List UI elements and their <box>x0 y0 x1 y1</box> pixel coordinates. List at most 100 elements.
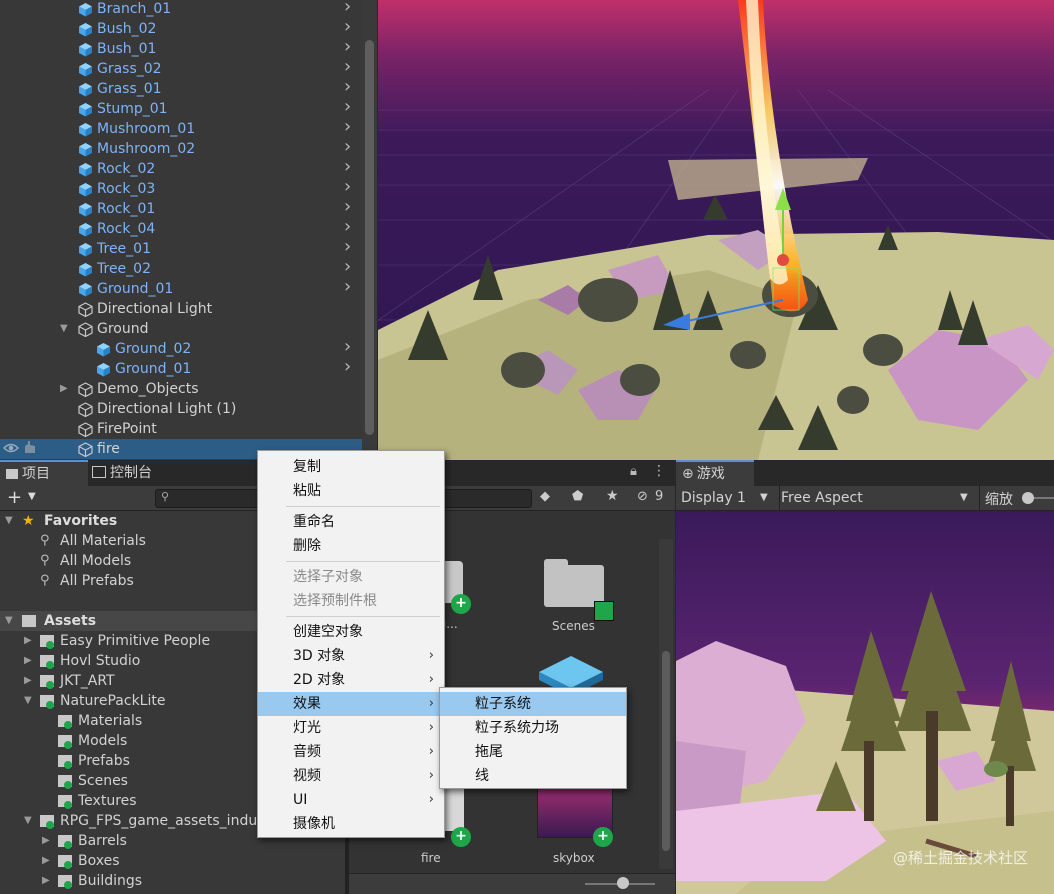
hierarchy-item[interactable]: Rock_03 › <box>0 177 362 199</box>
context-menu-item[interactable]: 选择预制件根 <box>258 589 444 613</box>
context-menu-item[interactable]: 粘贴 <box>258 479 444 503</box>
hierarchy-item[interactable]: Stump_01 › <box>0 97 362 119</box>
open-prefab-chevron-icon[interactable]: › <box>344 137 351 157</box>
filter-by-label-icon[interactable]: ⬟ <box>572 489 583 504</box>
pickable-hand-icon[interactable] <box>22 440 38 454</box>
open-prefab-chevron-icon[interactable]: › <box>344 337 351 357</box>
hierarchy-item[interactable]: Rock_02 › <box>0 157 362 179</box>
thumbnail-size-slider-knob[interactable] <box>617 877 629 889</box>
context-menu-item[interactable]: 创建空对象 <box>258 620 444 644</box>
open-prefab-chevron-icon[interactable]: › <box>344 17 351 37</box>
hierarchy-item[interactable]: Ground_01 › <box>0 357 362 379</box>
open-prefab-chevron-icon[interactable]: › <box>344 257 351 277</box>
asset-grid-scrollbar-thumb[interactable] <box>662 651 670 851</box>
create-button[interactable]: + <box>7 487 22 508</box>
open-prefab-chevron-icon[interactable]: › <box>344 277 351 297</box>
hierarchy-scrollbar-thumb[interactable] <box>365 40 374 435</box>
hierarchy-item[interactable]: Tree_02 › <box>0 257 362 279</box>
favorite-star-icon[interactable]: ★ <box>606 488 619 504</box>
context-menu-item[interactable]: UI › <box>258 788 444 812</box>
open-prefab-chevron-icon[interactable]: › <box>344 237 351 257</box>
open-prefab-chevron-icon[interactable]: › <box>344 157 351 177</box>
effects-submenu: 粒子系统 粒子系统力场 拖尾线 <box>439 687 627 789</box>
scale-label: 缩放 <box>985 492 1013 508</box>
hierarchy-item[interactable]: Ground_01 › <box>0 277 362 299</box>
context-menu-item[interactable]: 灯光 › <box>258 716 444 740</box>
hierarchy-item[interactable]: Directional Light (1) <box>0 399 362 419</box>
hierarchy-item[interactable]: ▶ Demo_Objects <box>0 379 362 399</box>
open-prefab-chevron-icon[interactable]: › <box>344 117 351 137</box>
hierarchy-item[interactable]: Rock_04 › <box>0 217 362 239</box>
hierarchy-item[interactable]: Branch_01 › <box>0 0 362 19</box>
open-prefab-chevron-icon[interactable]: › <box>344 197 351 217</box>
scene-view[interactable] <box>378 0 1054 460</box>
fold-closed-icon[interactable]: ▶ <box>24 671 32 691</box>
open-prefab-chevron-icon[interactable]: › <box>344 57 351 77</box>
folder-item[interactable]: ▶ Buildings <box>0 871 345 891</box>
hierarchy-item[interactable]: Rock_01 › <box>0 197 362 219</box>
submenu-item[interactable]: 粒子系统 <box>440 692 626 716</box>
hierarchy-item[interactable]: Grass_01 › <box>0 77 362 99</box>
context-menu-item[interactable]: 音频 › <box>258 740 444 764</box>
fold-closed-icon[interactable]: ▶ <box>24 651 32 671</box>
hierarchy-item[interactable]: Tree_01 › <box>0 237 362 259</box>
hierarchy-item-label: Rock_03 <box>97 181 156 197</box>
hierarchy-item[interactable]: Mushroom_01 › <box>0 117 362 139</box>
context-menu-item[interactable]: 3D 对象 › <box>258 644 444 668</box>
tab-project[interactable]: 项目 <box>0 460 88 486</box>
open-prefab-chevron-icon[interactable]: › <box>344 177 351 197</box>
hierarchy-item[interactable]: Grass_02 › <box>0 57 362 79</box>
open-prefab-chevron-icon[interactable]: › <box>344 0 351 17</box>
hierarchy-item[interactable]: Bush_02 › <box>0 17 362 39</box>
asset-scenes-folder[interactable] <box>544 559 614 621</box>
create-dropdown-icon[interactable]: ▼ <box>28 491 36 502</box>
context-menu-item[interactable]: 选择子对象 <box>258 565 444 589</box>
visibility-eye-icon[interactable] <box>3 442 19 454</box>
fold-closed-icon[interactable]: ▶ <box>42 851 50 871</box>
context-menu-item[interactable]: 复制 <box>258 455 444 479</box>
context-menu-item[interactable]: 视频 › <box>258 764 444 788</box>
fold-open-icon[interactable]: ▼ <box>60 319 68 339</box>
fold-open-icon[interactable]: ▼ <box>24 691 32 711</box>
context-menu-item[interactable]: 摄像机 <box>258 812 444 836</box>
hierarchy-item[interactable]: Ground_02 › <box>0 337 362 359</box>
hierarchy-item[interactable]: Directional Light <box>0 299 362 319</box>
context-menu-item[interactable]: 2D 对象 › <box>258 668 444 692</box>
tab-console[interactable]: 控制台 <box>86 460 188 486</box>
fold-closed-icon[interactable]: ▶ <box>42 831 50 851</box>
hierarchy-item[interactable]: Mushroom_02 › <box>0 137 362 159</box>
gameobject-cube-icon <box>78 422 93 438</box>
open-prefab-chevron-icon[interactable]: › <box>344 357 351 377</box>
open-prefab-chevron-icon[interactable]: › <box>344 217 351 237</box>
folder-item[interactable]: ▶ Boxes <box>0 851 345 871</box>
open-prefab-chevron-icon[interactable]: › <box>344 97 351 117</box>
context-menu-item[interactable]: 删除 <box>258 534 444 558</box>
fold-closed-icon[interactable]: ▶ <box>24 631 32 651</box>
hierarchy-item[interactable]: Bush_01 › <box>0 37 362 59</box>
open-prefab-chevron-icon[interactable]: › <box>344 77 351 97</box>
hierarchy-item[interactable]: ▼ Ground <box>0 319 362 339</box>
tab-game[interactable]: ⊕ 游戏 <box>676 460 754 486</box>
folder-icon <box>22 615 36 627</box>
filter-by-type-icon[interactable]: ◆ <box>540 489 550 504</box>
aspect-select[interactable]: Free Aspect ▼ <box>776 486 980 510</box>
hidden-packages-icon[interactable]: ⊘ <box>637 489 648 504</box>
scale-slider-knob[interactable] <box>1022 492 1034 504</box>
more-options-icon[interactable]: ⋮ <box>652 463 666 479</box>
submenu-item[interactable]: 拖尾 <box>440 740 626 764</box>
context-menu-item[interactable]: 重命名 <box>258 510 444 534</box>
folder-add-badge-icon <box>64 781 72 789</box>
fold-open-icon[interactable]: ▼ <box>24 811 32 831</box>
hierarchy-item[interactable]: FirePoint <box>0 419 362 439</box>
context-menu-item[interactable]: 效果 › <box>258 692 444 716</box>
lock-icon[interactable]: 🔒︎ <box>630 464 637 479</box>
fold-closed-icon[interactable]: ▶ <box>60 379 68 399</box>
submenu-item[interactable]: 线 <box>440 764 626 788</box>
submenu-item[interactable]: 粒子系统力场 <box>440 716 626 740</box>
fold-closed-icon[interactable]: ▶ <box>42 871 50 891</box>
open-prefab-chevron-icon[interactable]: › <box>344 37 351 57</box>
fold-open-icon[interactable]: ▼ <box>5 611 13 631</box>
fold-open-icon[interactable]: ▼ <box>5 511 13 531</box>
display-select[interactable]: Display 1 ▼ <box>676 486 780 510</box>
star-icon: ★ <box>22 513 35 529</box>
